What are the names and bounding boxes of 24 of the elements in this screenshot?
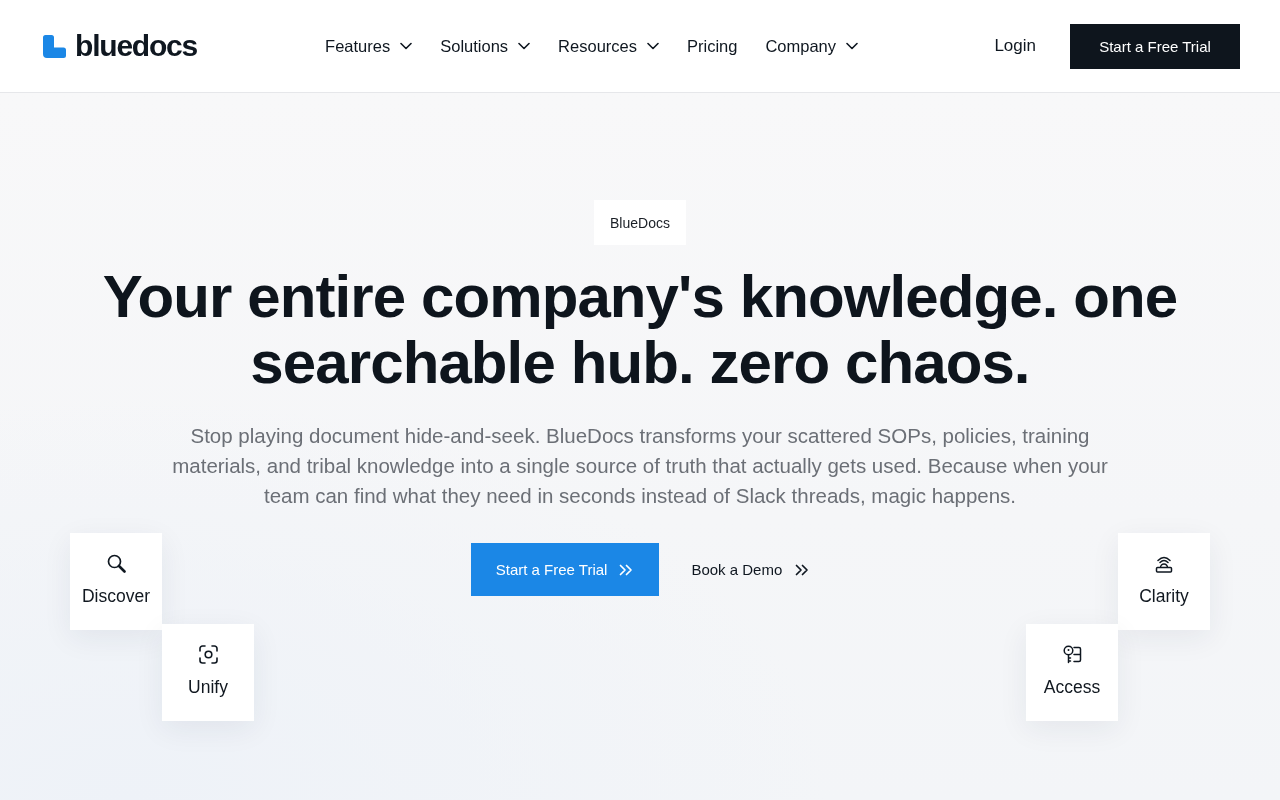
focus-frame-icon — [198, 645, 218, 664]
start-trial-button[interactable]: Start a Free Trial — [1070, 23, 1240, 69]
nav-link[interactable]: Resources — [558, 36, 659, 56]
logo-icon — [43, 34, 66, 58]
book-demo-button[interactable]: Book a Demo — [691, 543, 810, 596]
feature-label: Unify — [188, 676, 228, 698]
feature-label: Access — [1043, 676, 1101, 698]
login-link[interactable]: Login — [994, 36, 1036, 56]
start-trial-button[interactable]: Start a Free Trial — [470, 543, 660, 596]
hero-description: Stop playing document hide-and-seek. BlueDocs transforms your scattered SOPs, policies, training materials, and tribal knowledge into a single source of truth that actually gets used. Because when your team can find what they need in seconds instead of Slack threads, magic happens. — [171, 423, 1109, 509]
feature-label: Discover — [81, 585, 151, 607]
hero-headline: Your entire company's knowledge. one searchable hub. zero chaos. — [101, 264, 1179, 396]
nav-link[interactable]: Company — [765, 36, 859, 56]
double-chevron-icon — [795, 563, 810, 576]
nav-link[interactable]: Solutions — [440, 36, 531, 56]
search-icon — [106, 554, 126, 573]
nav-link[interactable]: Pricing — [687, 36, 738, 56]
feature-label: Clarity — [1139, 585, 1189, 607]
key-icon — [1062, 645, 1082, 664]
double-chevron-icon — [619, 563, 634, 576]
logo-wordmark[interactable]: bluedocs — [75, 31, 198, 61]
nav-link[interactable]: Features — [325, 36, 413, 56]
brand-badge: BlueDocs — [594, 200, 686, 245]
service-bell-icon — [1155, 554, 1173, 573]
